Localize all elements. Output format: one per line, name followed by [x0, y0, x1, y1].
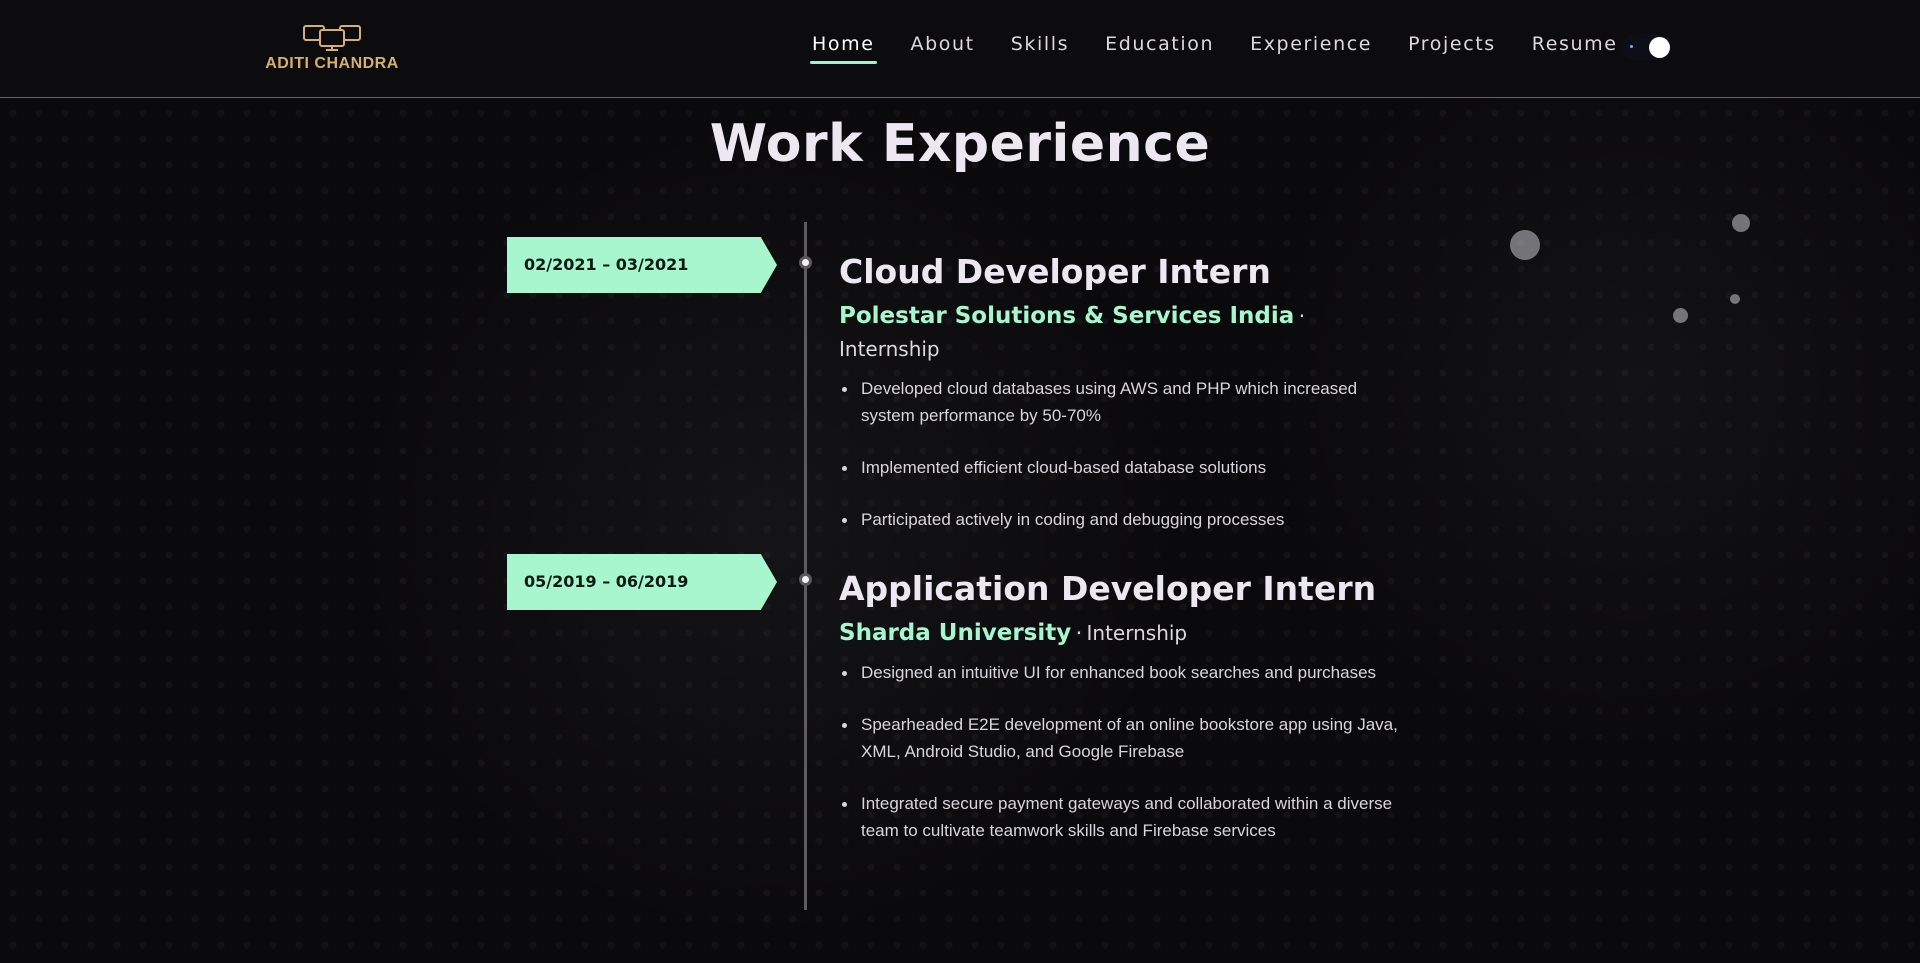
- job-title: Application Developer Intern: [839, 569, 1377, 608]
- main-nav: Home About Skills Education Experience P…: [806, 30, 1648, 64]
- three-monitors-icon: [303, 25, 361, 51]
- responsibility-list: Designed an intuitive UI for enhanced bo…: [839, 659, 1399, 844]
- nav-experience[interactable]: Experience: [1244, 30, 1378, 58]
- list-item: Spearheaded E2E development of an online…: [839, 711, 1399, 765]
- separator: ·: [1075, 621, 1083, 645]
- timeline-line: [804, 222, 807, 910]
- list-item: Participated actively in coding and debu…: [839, 506, 1399, 533]
- company-name: Sharda University: [839, 620, 1072, 646]
- list-item: Designed an intuitive UI for enhanced bo…: [839, 659, 1399, 686]
- top-navbar: ADITI CHANDRA Home About Skills Educatio…: [0, 0, 1920, 98]
- decorative-bubble: [1730, 294, 1740, 304]
- employment-type: Internship: [839, 337, 940, 361]
- nav-skills[interactable]: Skills: [1005, 30, 1075, 58]
- timeline-dot: [799, 256, 812, 269]
- brand-name: ADITI CHANDRA: [265, 55, 399, 72]
- responsibility-list: Developed cloud databases using AWS and …: [839, 375, 1399, 533]
- decorative-bubble: [1510, 230, 1540, 260]
- brand-logo[interactable]: ADITI CHANDRA: [262, 22, 402, 82]
- nav-home[interactable]: Home: [806, 30, 881, 64]
- experience-entry: Application Developer Intern Sharda Univ…: [839, 569, 1399, 869]
- date-tag: 05/2019 – 06/2019: [507, 554, 777, 610]
- date-tag: 02/2021 – 03/2021: [507, 237, 777, 293]
- list-item: Integrated secure payment gateways and c…: [839, 790, 1399, 844]
- section-title: Work Experience: [709, 114, 1211, 174]
- company-name: Polestar Solutions & Services India: [839, 303, 1295, 329]
- timeline-dot: [799, 573, 812, 586]
- employment-type: Internship: [1086, 621, 1188, 645]
- separator: ·: [1298, 304, 1306, 328]
- nav-about[interactable]: About: [905, 30, 981, 58]
- organization-line: Sharda University · Internship: [839, 618, 1399, 651]
- list-item: Implemented efficient cloud-based databa…: [839, 454, 1399, 481]
- nav-resume[interactable]: Resume: [1526, 30, 1624, 58]
- experience-entry: Cloud Developer Intern Polestar Solution…: [839, 252, 1399, 558]
- job-title: Cloud Developer Intern: [839, 252, 1271, 291]
- organization-line: Polestar Solutions & Services India · In…: [839, 301, 1399, 367]
- nav-projects[interactable]: Projects: [1402, 30, 1502, 58]
- star-icon: [1630, 45, 1633, 48]
- dark-mode-toggle[interactable]: [1622, 34, 1672, 60]
- decorative-bubble: [1673, 308, 1688, 323]
- list-item: Developed cloud databases using AWS and …: [839, 375, 1399, 429]
- nav-education[interactable]: Education: [1099, 30, 1220, 58]
- decorative-bubble: [1732, 214, 1750, 232]
- toggle-knob: [1649, 37, 1670, 58]
